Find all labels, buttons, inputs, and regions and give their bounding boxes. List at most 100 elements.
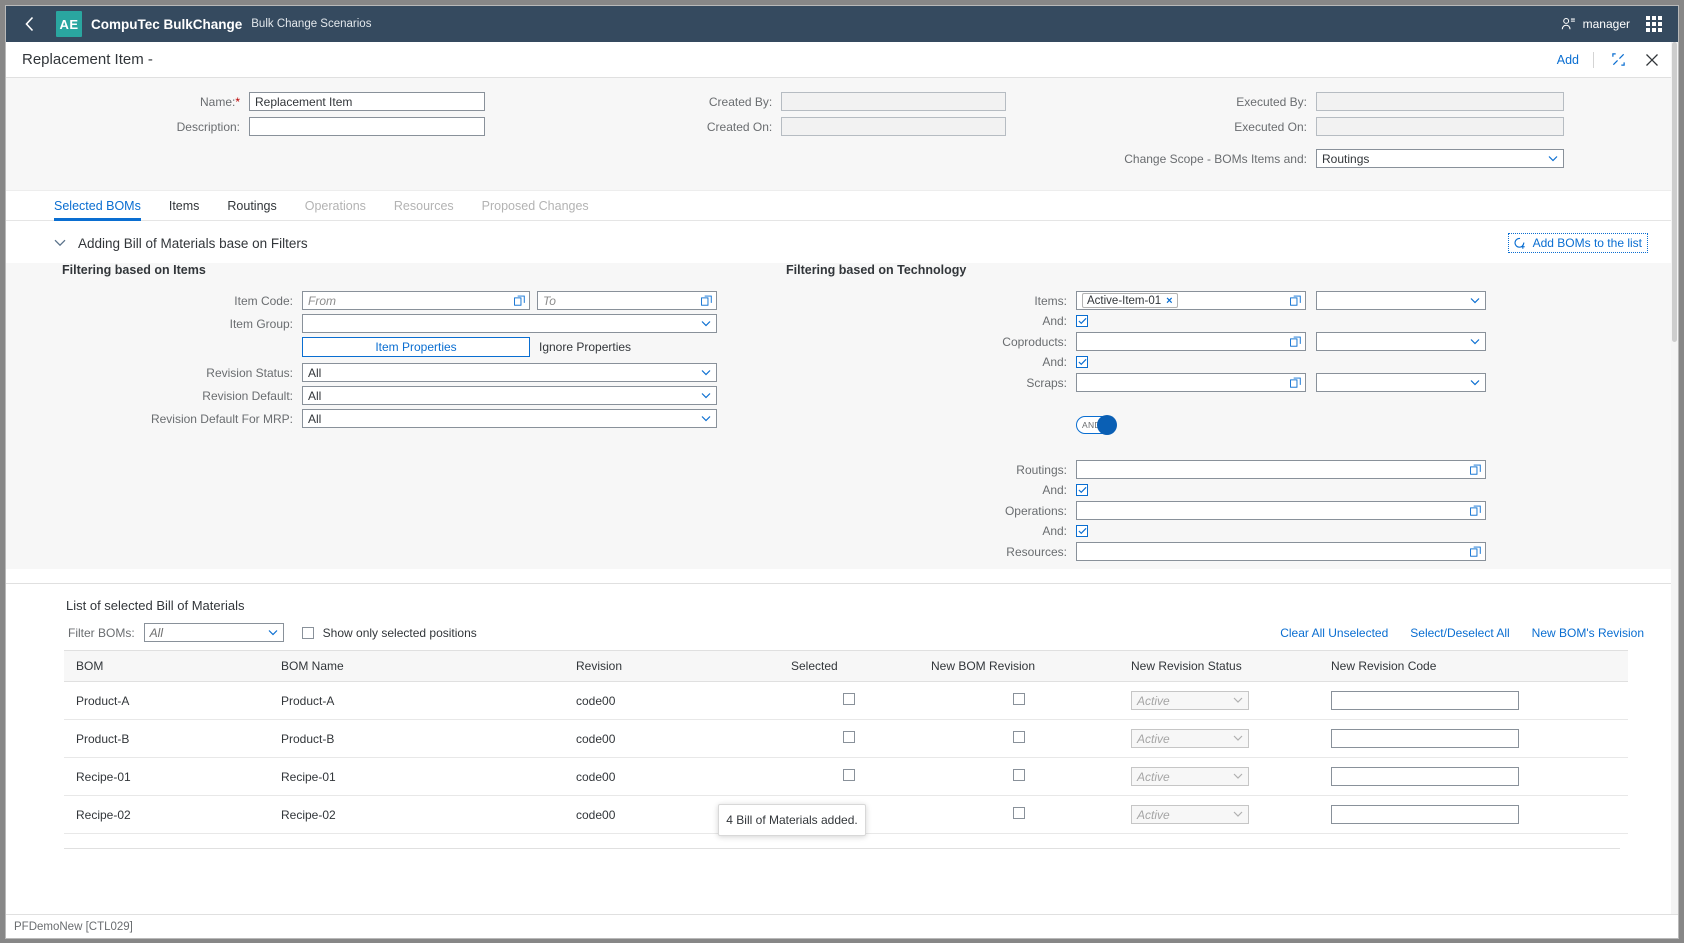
and-routings-label: And:	[1042, 483, 1067, 497]
scrollbar-thumb[interactable]	[1672, 42, 1677, 342]
resources-input[interactable]	[1076, 542, 1486, 561]
row-selected-checkbox[interactable]	[843, 693, 855, 705]
item-token-label: Active-Item-01	[1087, 294, 1162, 307]
and-items-row: And:	[786, 314, 1678, 328]
col-new-revision-code: New Revision Code	[1319, 650, 1628, 682]
created-by-input	[781, 92, 1006, 111]
clear-all-unselected-link[interactable]: Clear All Unselected	[1280, 626, 1388, 640]
page-title: Replacement Item -	[22, 51, 153, 68]
app-title: CompuTec BulkChange	[91, 16, 243, 32]
row-new-bom-revision-checkbox[interactable]	[1013, 769, 1025, 781]
and-coproducts-checkbox[interactable]	[1076, 356, 1088, 368]
add-boms-to-list-button[interactable]: Add BOMs to the list	[1507, 233, 1648, 253]
revision-default-mrp-select[interactable]: All	[302, 409, 717, 428]
value-help-icon[interactable]	[701, 295, 712, 306]
cell-bom: Product-B	[64, 719, 269, 758]
revision-status-select[interactable]: All	[302, 363, 717, 382]
row-new-revision-code-input[interactable]	[1331, 729, 1519, 748]
col-revision: Revision	[564, 650, 779, 682]
item-code-row: Item Code: From To	[62, 291, 786, 310]
cell-new-bom-revision	[919, 719, 1119, 758]
value-help-icon[interactable]	[1470, 505, 1481, 516]
and-or-toggle[interactable]: AND	[1076, 415, 1117, 435]
cell-new-revision-status: Active	[1119, 795, 1319, 834]
description-input[interactable]	[249, 117, 485, 136]
item-properties-button[interactable]: Item Properties	[302, 337, 530, 357]
back-button[interactable]	[14, 9, 44, 39]
routings-input[interactable]	[1076, 460, 1486, 479]
tab-items[interactable]: Items	[155, 191, 214, 220]
check-icon	[1077, 358, 1087, 366]
executed-on-row: Executed On:	[1006, 117, 1678, 136]
row-new-revision-code-input[interactable]	[1331, 691, 1519, 710]
add-button[interactable]: Add	[1557, 53, 1579, 67]
cell-new-revision-code	[1319, 719, 1628, 758]
change-scope-value: Routings	[1322, 151, 1370, 166]
close-button[interactable]	[1642, 50, 1662, 70]
change-scope-select[interactable]: Routings	[1316, 149, 1564, 168]
and-coproducts-label: And:	[1042, 355, 1067, 369]
full-screen-button[interactable]	[1608, 50, 1628, 70]
row-new-bom-revision-checkbox[interactable]	[1013, 693, 1025, 705]
new-boms-revision-link[interactable]: New BOM's Revision	[1532, 626, 1644, 640]
filter-boms-select[interactable]: All	[143, 623, 284, 642]
table-row[interactable]: Product-A Product-A code00 Active	[64, 681, 1628, 720]
tab-selected-boms[interactable]: Selected BOMs	[54, 191, 155, 221]
value-help-icon[interactable]	[1470, 464, 1481, 475]
row-new-revision-status-select: Active	[1131, 729, 1249, 748]
app-grid-icon[interactable]	[1646, 16, 1662, 32]
row-new-revision-code-input[interactable]	[1331, 767, 1519, 786]
and-operations-checkbox[interactable]	[1076, 525, 1088, 537]
coproducts-input[interactable]	[1076, 332, 1306, 351]
item-code-to-input[interactable]: To	[537, 291, 717, 310]
value-help-icon[interactable]	[1290, 377, 1301, 388]
revision-default-label: Revision Default:	[202, 388, 293, 403]
show-only-selected-checkbox[interactable]	[301, 626, 314, 639]
list-title: List of selected Bill of Materials	[66, 598, 245, 613]
toast-notification: 4 Bill of Materials added.	[718, 804, 866, 836]
item-token[interactable]: Active-Item-01 ×	[1082, 293, 1178, 308]
cell-new-bom-revision	[919, 757, 1119, 796]
operations-input[interactable]	[1076, 501, 1486, 520]
resources-row: Resources:	[786, 542, 1678, 561]
value-help-icon[interactable]	[514, 295, 525, 306]
cell-selected	[779, 681, 919, 720]
item-token-remove-icon[interactable]: ×	[1166, 295, 1172, 307]
page-header: Replacement Item - Add	[6, 42, 1678, 78]
row-new-bom-revision-checkbox[interactable]	[1013, 807, 1025, 819]
executed-by-label: Executed By:	[1236, 94, 1307, 109]
value-help-icon[interactable]	[1290, 295, 1301, 306]
item-group-select[interactable]	[302, 314, 717, 333]
table-row[interactable]: Product-B Product-B code00 Active	[64, 719, 1628, 758]
select-deselect-all-link[interactable]: Select/Deselect All	[1410, 626, 1509, 640]
row-new-revision-code-input[interactable]	[1331, 805, 1519, 824]
and-routings-checkbox[interactable]	[1076, 484, 1088, 496]
value-help-icon[interactable]	[1290, 336, 1301, 347]
value-help-icon[interactable]	[1470, 546, 1481, 557]
row-new-bom-revision-checkbox[interactable]	[1013, 731, 1025, 743]
coproducts-select[interactable]	[1316, 332, 1486, 351]
scraps-input[interactable]	[1076, 373, 1306, 392]
and-items-checkbox[interactable]	[1076, 315, 1088, 327]
tech-items-select[interactable]	[1316, 291, 1486, 310]
revision-default-row: Revision Default: All	[62, 386, 786, 405]
row-selected-checkbox[interactable]	[843, 769, 855, 781]
item-code-from-input[interactable]: From	[302, 291, 530, 310]
tech-items-input[interactable]: Active-Item-01 ×	[1076, 291, 1306, 310]
check-icon	[1077, 527, 1087, 535]
table-row[interactable]: Recipe-01 Recipe-01 code00 Active	[64, 757, 1628, 796]
name-input[interactable]	[249, 92, 485, 111]
cell-bom: Recipe-01	[64, 757, 269, 796]
executed-on-input	[1316, 117, 1564, 136]
row-new-revision-status-select: Active	[1131, 805, 1249, 824]
list-toolbar: Filter BOMs: All Show only selected posi…	[6, 623, 1678, 650]
tab-routings[interactable]: Routings	[213, 191, 290, 220]
user-menu-button[interactable]: manager	[1561, 17, 1630, 32]
page-scrollbar[interactable]	[1671, 42, 1678, 914]
row-selected-checkbox[interactable]	[843, 731, 855, 743]
and-routings-row: And:	[786, 483, 1678, 497]
scraps-select[interactable]	[1316, 373, 1486, 392]
item-code-label: Item Code:	[234, 293, 293, 308]
revision-default-select[interactable]: All	[302, 386, 717, 405]
chevron-down-icon[interactable]	[54, 239, 66, 247]
